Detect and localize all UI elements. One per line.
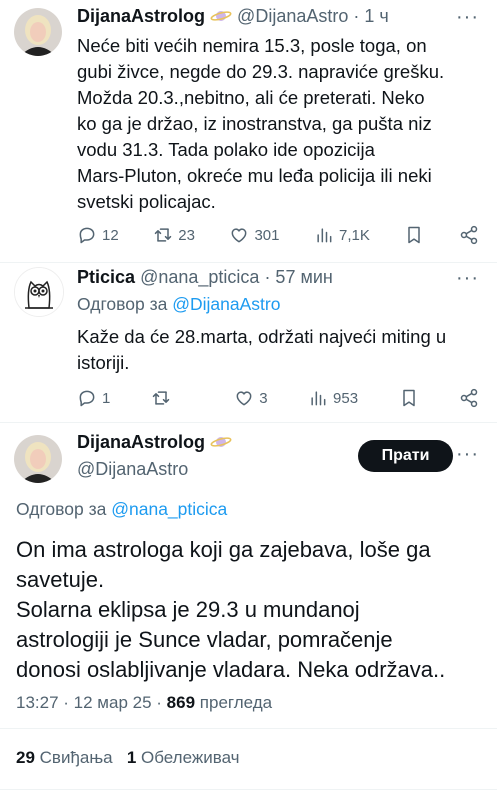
tweet-3-focused: DijanaAstrolog @DijanaAstro Прати ··· Од… <box>0 423 497 800</box>
action-bar: 12 23 301 7,1K <box>77 223 479 247</box>
bookmark-icon <box>402 389 415 407</box>
reply-prefix: Одговор за <box>77 294 168 314</box>
retweet-button[interactable]: 23 <box>153 225 195 245</box>
retweet-icon <box>154 228 172 242</box>
bookmarks-label: Обележивач <box>141 748 240 767</box>
text-line: donosi oslabljivanje vladara. Neka održa… <box>16 657 446 682</box>
divider <box>0 728 497 729</box>
text-line: ko ga je držao, iz inostranstva, ga pušt… <box>77 113 432 134</box>
tweet-time[interactable]: 13:27 <box>16 693 59 712</box>
avatar-photo <box>14 435 62 483</box>
more-options-icon[interactable]: ··· <box>456 6 479 29</box>
avatar[interactable] <box>14 267 64 317</box>
reply-icon <box>79 390 95 407</box>
text-line: On ima astrologa koji ga zajebava, loše … <box>16 537 431 562</box>
text-line: savetuje. <box>16 567 105 592</box>
text-line: Solarna eklipsa je 29.3 u mundanoj <box>16 597 360 622</box>
tweet-text: On ima astrologa koji ga zajebava, loše … <box>16 535 486 685</box>
heart-icon <box>236 391 252 406</box>
tweet-time[interactable]: · 57 мин <box>264 267 332 287</box>
views-button[interactable]: 953 <box>308 388 358 408</box>
author-handle[interactable]: @DijanaAstro <box>237 6 348 26</box>
action-bar: 1 3 953 <box>77 386 479 410</box>
share-icon <box>460 388 478 408</box>
views-count: 953 <box>333 389 359 407</box>
more-options-icon[interactable]: ··· <box>456 267 479 290</box>
reply-to-link[interactable]: @DijanaAstro <box>172 294 280 314</box>
like-button[interactable]: 301 <box>229 225 280 245</box>
bookmark-button[interactable] <box>404 225 424 245</box>
author-name[interactable]: DijanaAstrolog <box>77 432 205 452</box>
text-line: svetski policajac. <box>77 191 216 212</box>
bookmark-icon <box>408 226 421 244</box>
reply-prefix: Одговор за <box>16 499 107 519</box>
follow-button[interactable]: Прати <box>358 440 453 472</box>
likes-label: Свиђања <box>39 748 113 767</box>
tweet-text: Kaže da će 28.marta, održati najveći mit… <box>77 324 482 376</box>
divider <box>0 789 497 790</box>
retweet-count: 23 <box>178 226 195 244</box>
views-label: прегледа <box>199 693 273 712</box>
views-button[interactable]: 7,1K <box>314 225 370 245</box>
view-count: 869 <box>166 693 196 712</box>
tweet-date[interactable]: 12 мар 25 <box>74 693 152 712</box>
reply-count: 1 <box>102 389 111 407</box>
bar-chart-icon <box>311 391 326 406</box>
share-button[interactable] <box>459 388 479 408</box>
tweet-text: Neće biti većih nemira 15.3, posle toga,… <box>77 33 482 215</box>
reply-button[interactable]: 1 <box>77 388 110 408</box>
bookmarks-count: 1 <box>126 748 137 767</box>
reply-to-link[interactable]: @nana_pticica <box>111 499 227 519</box>
reply-icon <box>79 227 95 244</box>
avatar-photo <box>14 8 62 56</box>
author-name[interactable]: DijanaAstrolog <box>77 6 205 26</box>
likes-stat[interactable]: 29 Свиђања <box>16 748 113 767</box>
text-line: vodu 31.3. Tada polako ide opozicija <box>77 139 375 160</box>
reply-context: Одговор за @nana_pticica <box>16 499 227 520</box>
text-line: gubi živce, negde do 29.3. napraviće gre… <box>77 61 445 82</box>
share-button[interactable] <box>459 225 479 245</box>
like-count: 3 <box>259 389 268 407</box>
share-icon <box>460 225 478 245</box>
bookmark-button[interactable] <box>399 388 419 408</box>
owl-icon <box>15 268 63 316</box>
reply-button[interactable]: 12 <box>77 225 119 245</box>
author-name[interactable]: Pticica <box>77 267 135 287</box>
text-line: istoriji. <box>77 352 130 373</box>
text-line: Možda 20.3.,nebitno, ali će preterati. N… <box>77 87 425 108</box>
bookmarks-stat[interactable]: 1 Обележивач <box>127 748 240 767</box>
saturn-planet-icon <box>210 6 237 26</box>
bar-chart-icon <box>317 228 332 243</box>
text-line: Neće biti većih nemira 15.3, posle toga,… <box>77 35 427 56</box>
likes-count: 29 <box>16 748 35 767</box>
retweet-icon <box>152 391 170 405</box>
saturn-planet-icon <box>210 432 232 452</box>
like-button[interactable]: 3 <box>234 388 268 408</box>
more-options-icon[interactable]: ··· <box>456 443 479 466</box>
reply-count: 12 <box>102 226 119 244</box>
tweet-1[interactable]: DijanaAstrolog @DijanaAstro · 1 ч ··· Ne… <box>0 0 497 262</box>
tweet-meta: 13:27 · 12 мар 25 · 869 прегледа <box>16 693 273 712</box>
avatar[interactable] <box>14 435 62 483</box>
tweet-2[interactable]: Pticica @nana_pticica · 57 мин ··· Одгов… <box>0 263 497 423</box>
engagement-stats: 29 Свиђања 1 Обележивач <box>16 748 240 768</box>
author-handle[interactable]: @DijanaAstro <box>77 459 188 480</box>
heart-icon <box>232 228 247 243</box>
reply-context: Одговор за @DijanaAstro <box>77 294 280 315</box>
text-line: astrologiji je Sunce vladar, pomračenje <box>16 627 393 652</box>
text-line: Kaže da će 28.marta, održati najveći mit… <box>77 326 447 347</box>
tweet-time[interactable]: · 1 ч <box>353 6 388 26</box>
text-line: Mars-Pluton, okreće mu leđa policija ili… <box>77 165 432 186</box>
author-handle[interactable]: @nana_pticica <box>140 267 259 287</box>
like-count: 301 <box>254 226 280 244</box>
views-count: 7,1K <box>339 226 370 244</box>
avatar[interactable] <box>14 8 62 56</box>
retweet-button[interactable] <box>151 388 176 408</box>
